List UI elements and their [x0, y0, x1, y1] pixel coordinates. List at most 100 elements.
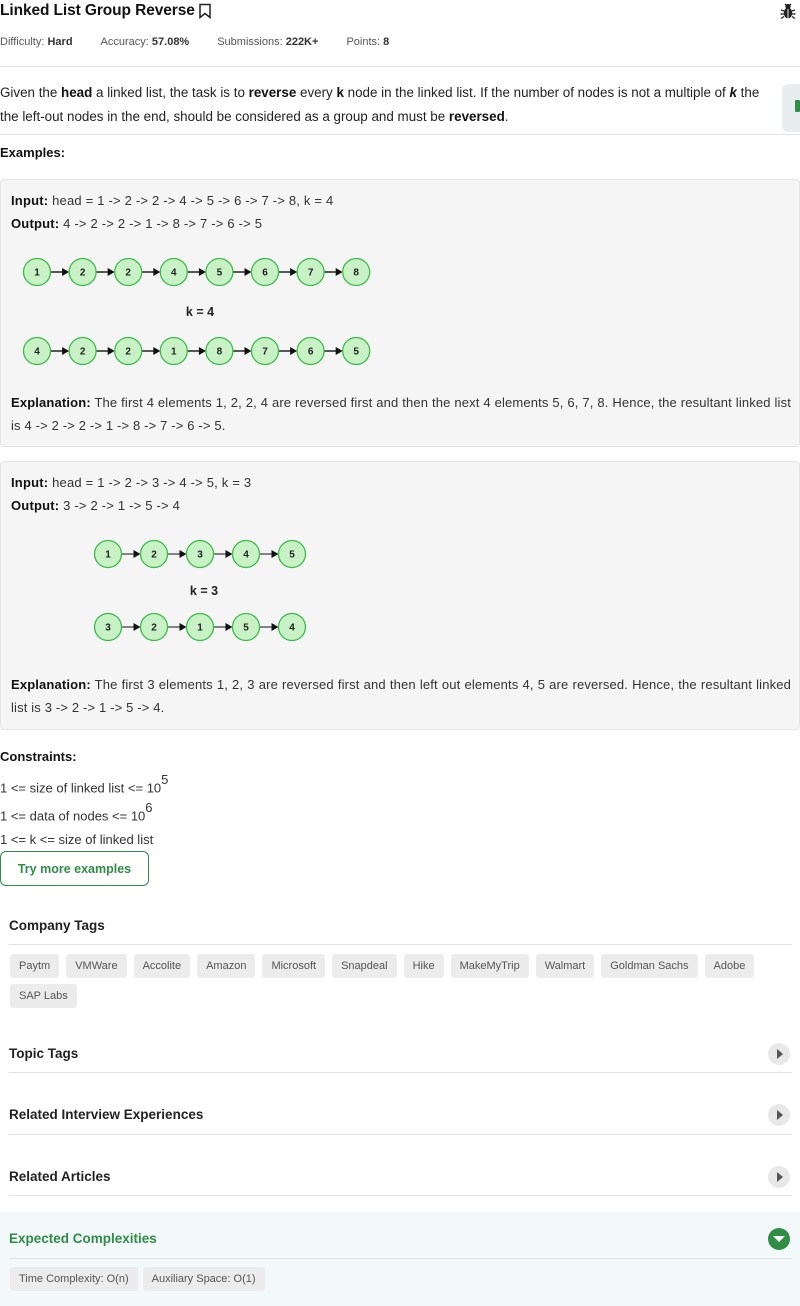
node-value: 5 [217, 268, 223, 279]
arrowhead [179, 623, 187, 631]
chevron-down-icon[interactable] [768, 1228, 790, 1250]
company-tag[interactable]: Adobe [704, 954, 755, 978]
divider [9, 1072, 792, 1073]
problem-description: Given the head a linked list, the task i… [0, 85, 760, 124]
node-value: 1 [105, 550, 111, 561]
divider [9, 1258, 792, 1259]
related-interview-heading[interactable]: Related Interview Experiences [9, 1107, 203, 1122]
space-complexity-tag: Auxiliary Space: O(1) [142, 1267, 265, 1291]
divider [9, 944, 792, 945]
node-value: 6 [262, 268, 268, 279]
node-value: 1 [171, 347, 177, 358]
node-value: 7 [262, 347, 268, 358]
related-articles-heading[interactable]: Related Articles [9, 1169, 111, 1184]
arrowhead [62, 347, 70, 355]
example-box-2: Input: head = 1 -> 2 -> 3 -> 4 -> 5, k =… [0, 461, 800, 730]
node-value: 4 [171, 268, 177, 279]
company-tags-heading: Company Tags [9, 918, 105, 933]
divider [9, 1134, 792, 1135]
node-value: 4 [289, 623, 295, 634]
bookmark-icon[interactable] [198, 3, 212, 19]
company-tags-list: Paytm VMWare Accolite Amazon Microsoft Snapde… [10, 954, 790, 1008]
constraints: Constraints: 1 <= size of linked list <=… [0, 745, 168, 852]
divider [9, 1195, 792, 1196]
side-panel-tab[interactable] [782, 84, 800, 132]
arrowhead [225, 623, 233, 631]
node-value: 3 [105, 623, 111, 634]
page-title: Linked List Group Reverse [0, 2, 195, 19]
arrowhead [290, 268, 298, 276]
arrowhead [198, 268, 206, 276]
company-tag[interactable]: Amazon [197, 954, 256, 978]
company-tag[interactable]: Goldman Sachs [601, 954, 698, 978]
chevron-right-icon[interactable] [768, 1043, 790, 1065]
divider [0, 66, 800, 67]
arrowhead [335, 268, 343, 276]
arrowhead [335, 347, 343, 355]
problem-meta: Difficulty: Hard Accuracy: 57.08% Submis… [0, 36, 417, 48]
constraint-item: 1 <= size of linked list <= 105 [0, 771, 169, 795]
constraint-item: 1 <= k <= size of linked list [0, 832, 154, 848]
expected-complexities-panel [0, 1212, 800, 1306]
node-value: 2 [80, 268, 86, 279]
arrowhead [271, 623, 279, 631]
difficulty: Difficulty: Hard [0, 36, 73, 48]
submissions: Submissions: 222K+ [217, 36, 319, 48]
node-value: 2 [151, 623, 157, 634]
constraint-item: 1 <= data of nodes <= 106 [0, 800, 153, 824]
time-complexity-tag: Time Complexity: O(n) [10, 1267, 138, 1291]
company-tag[interactable]: Hike [403, 954, 444, 978]
arrowhead [198, 347, 206, 355]
node-value: 5 [353, 347, 359, 358]
points: Points: 8 [346, 36, 390, 48]
complexity-tags: Time Complexity: O(n) Auxiliary Space: O… [10, 1267, 265, 1291]
node-value: 2 [125, 347, 131, 358]
example-explanation: Explanation: The first 3 elements 1, 2, … [11, 677, 791, 715]
expected-complexities-heading[interactable]: Expected Complexities [9, 1231, 157, 1246]
company-tag[interactable]: SAP Labs [10, 984, 77, 1008]
company-tag[interactable]: Snapdeal [332, 954, 397, 978]
arrowhead [133, 623, 141, 631]
divider [0, 134, 800, 135]
arrowhead [62, 268, 70, 276]
arrowhead [107, 268, 115, 276]
arrowhead [290, 347, 298, 355]
arrowhead [244, 268, 252, 276]
company-tag[interactable]: Walmart [535, 954, 595, 978]
chevron-right-icon[interactable] [768, 1104, 790, 1126]
accuracy: Accuracy: 57.08% [100, 36, 190, 48]
arrowhead [107, 347, 115, 355]
company-tag[interactable]: Microsoft [262, 954, 326, 978]
node-value: 8 [353, 268, 359, 279]
topic-tags-heading[interactable]: Topic Tags [9, 1046, 78, 1061]
company-tag[interactable]: VMWare [66, 954, 127, 978]
node-value: 5 [243, 623, 249, 634]
try-more-examples-button[interactable]: Try more examples [0, 851, 149, 886]
node-value: 7 [308, 268, 314, 279]
company-tag[interactable]: Paytm [10, 954, 60, 978]
arrowhead [225, 550, 233, 558]
arrowhead [153, 347, 161, 355]
chevron-right-icon[interactable] [768, 1166, 790, 1188]
example-explanation: Explanation: The first 4 elements 1, 2, … [11, 395, 791, 433]
node-value: 2 [80, 347, 86, 358]
company-tag[interactable]: MakeMyTrip [450, 954, 529, 978]
node-value: 2 [151, 550, 157, 561]
node-value: 5 [289, 550, 295, 561]
node-value: 8 [217, 347, 223, 358]
constraints-heading: Constraints: [0, 749, 77, 764]
title-row: Linked List Group Reverse [0, 0, 800, 22]
arrowhead [244, 347, 252, 355]
arrowhead [133, 550, 141, 558]
arrowhead [271, 550, 279, 558]
k-label: k = 4 [186, 305, 214, 319]
node-value: 4 [34, 347, 40, 358]
arrowhead [153, 268, 161, 276]
node-value: 6 [308, 347, 314, 358]
company-tag[interactable]: Accolite [133, 954, 191, 978]
examples-heading: Examples: [0, 145, 66, 160]
node-value: 1 [34, 268, 40, 279]
bug-icon[interactable] [780, 2, 796, 20]
example-box-1: Input: head = 1 -> 2 -> 2 -> 4 -> 5 -> 6… [0, 179, 800, 447]
node-value: 3 [197, 550, 203, 561]
